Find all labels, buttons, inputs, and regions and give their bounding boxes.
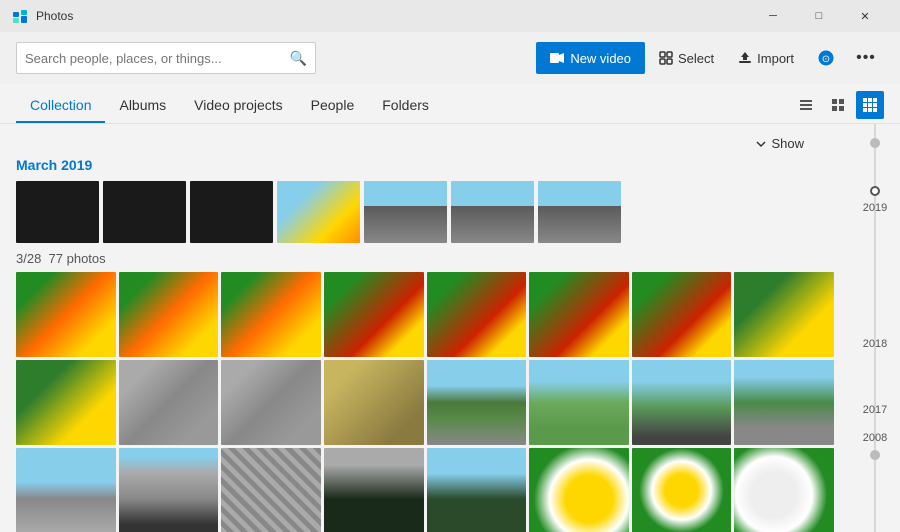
nav-tabs-left: Collection Albums Video projects People …	[16, 89, 443, 123]
connected-icon: ⊙	[817, 49, 835, 67]
list-item[interactable]	[529, 448, 629, 532]
timeline-dot-top	[870, 138, 880, 148]
view-grid-small-button[interactable]	[824, 91, 852, 119]
nav-tabs-right	[792, 91, 884, 123]
select-icon	[659, 51, 673, 65]
list-item[interactable]	[16, 181, 99, 243]
tab-folders[interactable]: Folders	[368, 89, 443, 123]
minimize-button[interactable]: ─	[750, 0, 796, 32]
list-item[interactable]	[529, 272, 629, 357]
list-item[interactable]	[16, 272, 116, 357]
date-label: 3/28 77 photos	[16, 251, 834, 266]
list-item[interactable]	[103, 181, 186, 243]
list-view-icon	[798, 97, 814, 113]
list-item[interactable]	[427, 272, 527, 357]
title-bar-controls: ─ □ ✕	[750, 0, 888, 32]
timeline-dot-bottom	[870, 450, 880, 460]
list-item[interactable]	[364, 181, 447, 243]
view-grid-large-button[interactable]	[856, 91, 884, 119]
list-item[interactable]	[16, 448, 116, 532]
list-item[interactable]	[119, 448, 219, 532]
timeline-sidebar: 2019 2018 2017 2008	[850, 124, 900, 532]
timeline-year-2008[interactable]: 2008	[863, 432, 887, 444]
photo-area[interactable]: Show March 2019 3/28 77 photos	[0, 124, 850, 532]
list-item[interactable]	[734, 360, 834, 445]
list-item[interactable]	[529, 360, 629, 445]
section-title: March 2019	[16, 157, 834, 173]
new-video-button[interactable]: New video	[536, 42, 645, 74]
svg-text:⊙: ⊙	[822, 54, 830, 65]
import-button[interactable]: Import	[728, 42, 804, 74]
list-item[interactable]	[324, 448, 424, 532]
list-item[interactable]	[734, 272, 834, 357]
video-icon	[550, 51, 564, 65]
search-box[interactable]: 🔍	[16, 42, 316, 74]
list-item[interactable]	[734, 448, 834, 532]
search-input[interactable]	[25, 51, 284, 66]
tab-albums[interactable]: Albums	[105, 89, 180, 123]
timeline-year-2018[interactable]: 2018	[863, 338, 887, 350]
list-item[interactable]	[538, 181, 621, 243]
list-item[interactable]	[427, 360, 527, 445]
import-icon	[738, 51, 752, 65]
photo-grid-row-2	[16, 360, 834, 445]
show-bar: Show	[16, 136, 834, 151]
app-title: Photos	[36, 9, 73, 23]
timeline-year-2019[interactable]: 2019	[863, 202, 887, 214]
list-item[interactable]	[632, 272, 732, 357]
list-item[interactable]	[632, 360, 732, 445]
photos-icon	[12, 8, 28, 24]
title-bar-left: Photos	[12, 8, 73, 24]
tab-people[interactable]: People	[297, 89, 369, 123]
list-item[interactable]	[324, 360, 424, 445]
timeline-dot-current[interactable]	[870, 186, 880, 196]
title-bar: Photos ─ □ ✕	[0, 0, 900, 32]
list-item[interactable]	[427, 448, 527, 532]
list-item[interactable]	[221, 448, 321, 532]
list-item[interactable]	[632, 448, 732, 532]
tab-video-projects[interactable]: Video projects	[180, 89, 296, 123]
photo-grid-row-1	[16, 272, 834, 357]
list-item[interactable]	[221, 272, 321, 357]
connected-button[interactable]: ⊙	[808, 42, 844, 74]
grid-small-icon	[830, 97, 846, 113]
toolbar-actions: New video Select Import ⊙ •••	[536, 42, 884, 74]
list-item[interactable]	[221, 360, 321, 445]
main-content: Show March 2019 3/28 77 photos	[0, 124, 900, 532]
arrow-down-icon	[755, 138, 767, 150]
list-item[interactable]	[277, 181, 360, 243]
tab-collection[interactable]: Collection	[16, 89, 105, 123]
list-item[interactable]	[16, 360, 116, 445]
toolbar: 🔍 New video Select Import	[0, 32, 900, 84]
nav-tabs: Collection Albums Video projects People …	[0, 84, 900, 124]
close-button[interactable]: ✕	[842, 0, 888, 32]
list-item[interactable]	[119, 360, 219, 445]
search-icon[interactable]: 🔍	[290, 50, 307, 67]
list-item[interactable]	[190, 181, 273, 243]
grid-large-icon	[862, 97, 878, 113]
top-row	[16, 181, 834, 243]
list-item[interactable]	[324, 272, 424, 357]
photo-grid-row-3	[16, 448, 834, 532]
more-button[interactable]: •••	[848, 42, 884, 74]
show-button[interactable]: Show	[755, 136, 804, 151]
timeline-year-2017[interactable]: 2017	[863, 404, 887, 416]
maximize-button[interactable]: □	[796, 0, 842, 32]
list-item[interactable]	[119, 272, 219, 357]
view-list-button[interactable]	[792, 91, 820, 119]
list-item[interactable]	[451, 181, 534, 243]
select-button[interactable]: Select	[649, 42, 724, 74]
